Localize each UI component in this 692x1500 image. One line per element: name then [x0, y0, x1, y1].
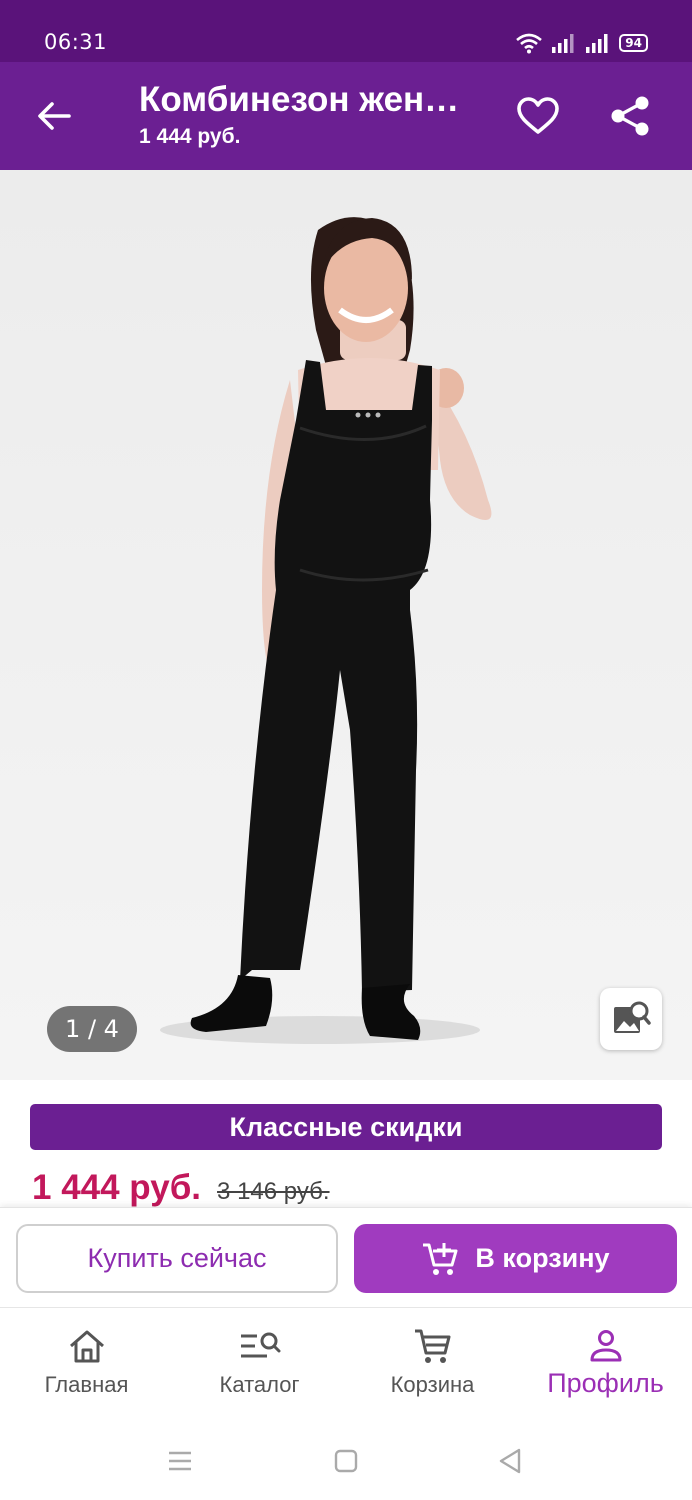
signal-icon-2 — [586, 34, 608, 53]
home-system-button[interactable] — [326, 1441, 366, 1481]
system-nav-bar — [0, 1417, 692, 1500]
price-row: 1 444 руб. 3 146 руб. — [32, 1168, 672, 1208]
catalog-search-icon — [240, 1332, 280, 1358]
nav-item-profile[interactable]: Профиль — [519, 1308, 692, 1418]
share-button[interactable] — [606, 92, 654, 140]
favorite-button[interactable] — [514, 92, 562, 140]
buy-now-button[interactable]: Купить сейчас — [16, 1224, 338, 1293]
add-to-cart-label: В корзину — [475, 1243, 610, 1273]
cart-add-icon — [423, 1242, 458, 1275]
old-price: 3 146 руб. — [217, 1178, 330, 1205]
image-search-button[interactable] — [600, 988, 662, 1050]
cart-icon — [414, 1329, 450, 1363]
product-photo — [160, 217, 492, 1044]
square-icon — [334, 1449, 358, 1473]
add-to-cart-button[interactable]: В корзину — [354, 1224, 677, 1293]
nav-label-catalog: Каталог — [219, 1372, 300, 1397]
recent-apps-button[interactable] — [160, 1441, 200, 1481]
nav-label-home: Главная — [44, 1372, 129, 1397]
status-bar: 06:31 94 — [0, 0, 692, 62]
image-search-icon — [614, 1001, 651, 1033]
back-button[interactable] — [30, 92, 78, 140]
arrow-left-icon — [38, 102, 71, 130]
page-subtitle-price: 1 444 руб. — [139, 125, 241, 148]
menu-lines-icon — [169, 1451, 191, 1471]
nav-item-catalog[interactable]: Каталог — [173, 1308, 346, 1418]
back-system-button[interactable] — [490, 1441, 530, 1481]
title-block: Комбинезон жен… 1 444 руб. — [139, 80, 499, 149]
promo-banner[interactable]: Классные скидки — [30, 1104, 662, 1150]
heart-icon — [517, 97, 559, 134]
nav-item-cart[interactable]: Корзина — [346, 1308, 519, 1418]
current-price: 1 444 руб. — [32, 1168, 202, 1207]
page-title: Комбинезон жен… — [139, 80, 460, 119]
status-icons: 94 — [515, 32, 648, 54]
signal-icon — [552, 34, 574, 53]
product-image-gallery[interactable]: 1 / 4 — [0, 170, 692, 1080]
profile-icon — [590, 1330, 621, 1362]
nav-label-cart: Корзина — [390, 1372, 475, 1397]
triangle-back-icon — [499, 1448, 521, 1474]
image-counter: 1 / 4 — [47, 1006, 137, 1052]
bottom-nav: Главная Каталог Корзина Профиль — [0, 1307, 692, 1417]
battery-indicator: 94 — [619, 34, 648, 52]
share-icon — [611, 96, 649, 136]
home-icon — [69, 1330, 104, 1363]
action-panel: Купить сейчас В корзину — [0, 1207, 692, 1307]
wifi-icon — [516, 33, 543, 54]
nav-item-home[interactable]: Главная — [0, 1308, 173, 1418]
status-time: 06:31 — [44, 30, 108, 54]
nav-label-profile: Профиль — [547, 1368, 664, 1398]
app-bar: Комбинезон жен… 1 444 руб. — [0, 62, 692, 170]
